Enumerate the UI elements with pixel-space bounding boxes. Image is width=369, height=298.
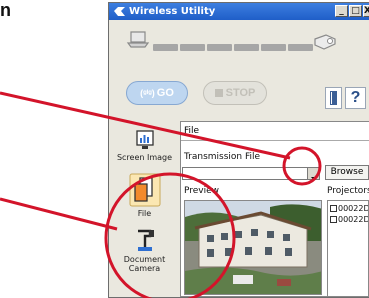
signal-segment — [234, 44, 259, 51]
signal-segment — [288, 44, 313, 51]
screenshot-stage: n Wireless Utility _ □ X — [0, 0, 369, 298]
screen-image-icon — [135, 130, 154, 149]
stop-button[interactable]: STOP — [203, 81, 267, 105]
sidebar-item-file[interactable]: File — [110, 173, 179, 218]
projector-item[interactable]: 00022D2A3C2D — [330, 215, 369, 225]
preview-label: Preview — [184, 186, 220, 196]
file-panel: File Transmission File Browse Preview Pr… — [180, 121, 369, 297]
laptop-icon — [126, 31, 150, 48]
title-bar: Wireless Utility _ □ X — [109, 3, 369, 20]
projectors-label: Projectors — [327, 186, 369, 196]
close-button[interactable]: X — [363, 5, 369, 17]
connection-status — [109, 20, 369, 76]
projector-id: 00022D3A52D6 — [338, 204, 369, 213]
signal-segment — [261, 44, 286, 51]
go-label: GO — [156, 87, 174, 99]
checkbox[interactable] — [330, 216, 337, 223]
stop-label: STOP — [225, 87, 256, 99]
manual-button[interactable] — [325, 87, 342, 109]
book-icon — [330, 91, 337, 105]
projector-item[interactable]: 00022D3A52D6 — [330, 204, 369, 214]
minimize-button[interactable]: _ — [335, 5, 348, 17]
checkbox[interactable] — [330, 205, 337, 212]
sidebar-item-label: File — [137, 209, 152, 218]
app-icon — [114, 7, 125, 16]
maximize-button[interactable]: □ — [349, 5, 362, 17]
pointer-line — [0, 197, 118, 231]
wireless-signal-icon: (ᵍᴵᵍ) — [140, 88, 155, 98]
wireless-utility-window: Wireless Utility _ □ X (ᵍᴵᵍ)GO S — [108, 2, 369, 298]
go-button[interactable]: (ᵍᴵᵍ) GO — [126, 81, 188, 105]
stop-square-icon — [214, 89, 223, 97]
preview-image — [184, 200, 322, 295]
transmission-file-combo[interactable] — [182, 167, 320, 180]
signal-segment — [207, 44, 232, 51]
panel-header: File — [181, 122, 369, 141]
projector-id: 00022D2A3C2D — [338, 215, 369, 224]
page-letter: n — [0, 0, 11, 20]
sidebar-item-screen-image[interactable]: Screen Image — [110, 129, 179, 162]
sidebar: Screen Image File Document Camera — [110, 121, 179, 297]
file-icon — [129, 173, 160, 207]
transmission-file-label: Transmission File — [184, 152, 261, 162]
dropdown-button[interactable] — [307, 168, 319, 180]
projector-icon — [314, 34, 336, 50]
sidebar-item-document-camera[interactable]: Document Camera — [110, 227, 179, 273]
sidebar-item-label: Screen Image — [116, 153, 173, 162]
browse-button[interactable]: Browse — [325, 165, 369, 180]
help-button[interactable]: ? — [345, 87, 366, 109]
signal-segment — [180, 44, 205, 51]
document-camera-icon — [137, 229, 154, 251]
sidebar-item-label: Document Camera — [123, 255, 166, 273]
window-title: Wireless Utility — [129, 6, 216, 17]
projectors-list: 00022D3A52D6 00022D2A3C2D — [327, 200, 369, 297]
signal-segment — [153, 44, 178, 51]
chevron-down-icon — [311, 177, 316, 180]
